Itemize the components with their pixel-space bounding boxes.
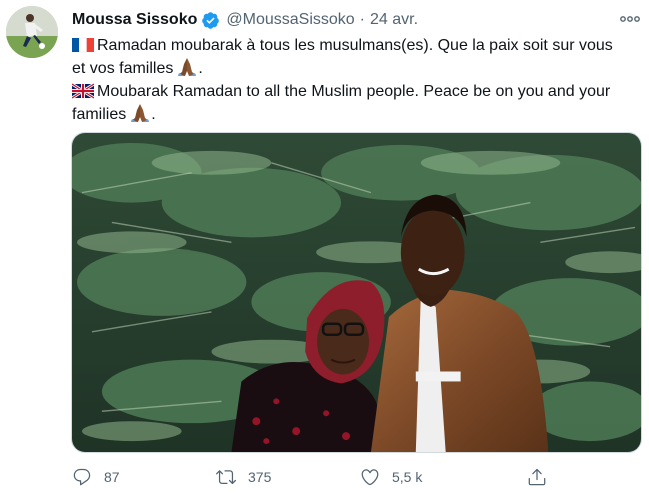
author-handle[interactable]: @MoussaSissoko xyxy=(226,11,354,29)
text-line-4: families . xyxy=(72,103,642,126)
avatar-image xyxy=(6,6,58,58)
share-icon xyxy=(528,468,546,486)
heart-icon xyxy=(361,469,379,486)
text-line-1: Ramadan moubarak à tous les musulmans(es… xyxy=(72,34,642,57)
text-line-3: Moubarak Ramadan to all the Muslim peopl… xyxy=(72,80,642,103)
like-count: 5,5 k xyxy=(392,469,423,485)
tweet-actions: 87 375 5,5 k xyxy=(72,464,642,490)
tweet-date[interactable]: 24 avr. xyxy=(370,11,418,29)
text-fr-part-2: et vos familles xyxy=(72,60,174,77)
folded-hands-icon xyxy=(178,58,197,76)
text-period-1: . xyxy=(198,60,203,77)
reply-button[interactable]: 87 xyxy=(72,464,120,490)
tweet-photo[interactable] xyxy=(71,132,642,453)
more-options-icon[interactable] xyxy=(619,12,641,26)
reply-icon xyxy=(73,468,91,486)
share-button[interactable] xyxy=(527,464,547,490)
like-button[interactable]: 5,5 k xyxy=(360,464,422,490)
text-en-part-2: families xyxy=(72,106,127,123)
text-en-part-1: Moubarak Ramadan to all the Muslim peopl… xyxy=(97,83,611,100)
tweet-text: Ramadan moubarak à tous les musulmans(es… xyxy=(72,34,642,126)
retweet-button[interactable]: 375 xyxy=(216,464,271,490)
uk-flag-icon xyxy=(72,83,94,99)
folded-hands-icon xyxy=(131,104,150,122)
text-fr-part-1: Ramadan moubarak à tous les musulmans(es… xyxy=(97,37,613,54)
verified-badge-icon xyxy=(202,11,220,29)
author-name[interactable]: Moussa Sissoko xyxy=(72,11,197,29)
avatar[interactable] xyxy=(6,6,58,58)
retweet-count: 375 xyxy=(248,469,272,485)
text-line-2: et vos familles . xyxy=(72,57,642,80)
text-period-2: . xyxy=(151,106,156,123)
reply-count: 87 xyxy=(104,469,120,485)
france-flag-icon xyxy=(72,37,94,53)
tweet[interactable]: Moussa Sissoko @MoussaSissoko · 24 avr. … xyxy=(0,0,649,494)
header-separator: · xyxy=(359,11,365,28)
retweet-icon xyxy=(216,470,236,485)
photo-image xyxy=(72,133,641,452)
tweet-header: Moussa Sissoko @MoussaSissoko · 24 avr. xyxy=(72,9,418,31)
